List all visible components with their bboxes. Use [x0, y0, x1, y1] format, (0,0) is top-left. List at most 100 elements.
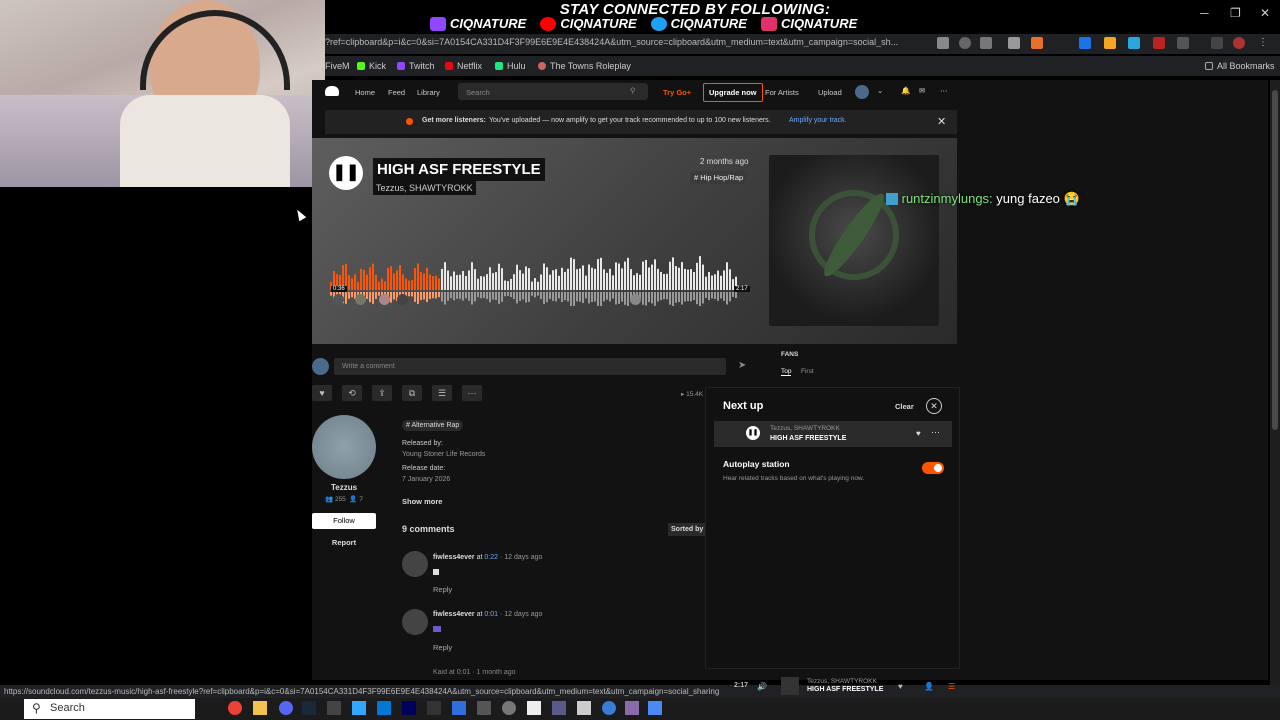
extension-icon[interactable] — [1031, 37, 1043, 49]
profile-avatar[interactable] — [1233, 37, 1245, 49]
more-button[interactable]: ⋯ — [462, 385, 482, 401]
scrollbar[interactable] — [1270, 80, 1280, 685]
user-avatar[interactable] — [855, 85, 869, 99]
minimize-button[interactable]: ─ — [1200, 6, 1209, 20]
genre-tag[interactable]: # Hip Hop/Rap — [690, 171, 748, 184]
nav-home[interactable]: Home — [355, 88, 375, 97]
reply-link[interactable]: Reply — [433, 643, 452, 652]
queue-icon[interactable]: ☰ — [948, 682, 955, 691]
extension-icon[interactable] — [1104, 37, 1116, 49]
nav-library[interactable]: Library — [417, 88, 440, 97]
clear-queue-button[interactable]: Clear — [895, 402, 914, 411]
fans-tab-top[interactable]: Top — [781, 368, 792, 376]
queue-like-icon[interactable]: ♥ — [916, 429, 921, 438]
app-icon[interactable] — [648, 701, 662, 715]
install-icon[interactable] — [937, 37, 949, 49]
artist-avatar[interactable] — [312, 415, 376, 479]
sorted-by-select[interactable]: Sorted by — [668, 523, 707, 536]
app-icon[interactable] — [327, 701, 341, 715]
bookmark-twitch[interactable]: Twitch — [397, 61, 435, 71]
photoshop-icon[interactable] — [352, 701, 366, 715]
address-bar[interactable]: ?ref=clipboard&p=i&c=0&si=7A0154CA331D4F… — [325, 34, 1280, 54]
app-icon[interactable] — [602, 701, 616, 715]
comment-input[interactable]: Write a comment — [334, 358, 726, 375]
search-input[interactable]: Search — [458, 83, 648, 100]
search-icon[interactable]: ⚲ — [630, 86, 636, 95]
bookmark-kick[interactable]: Kick — [357, 61, 386, 71]
soundcloud-logo-icon[interactable] — [325, 86, 339, 96]
extension-icon[interactable] — [1008, 37, 1020, 49]
extension-icon[interactable] — [1128, 37, 1140, 49]
all-bookmarks[interactable]: All Bookmarks — [1205, 61, 1275, 71]
more-icon[interactable]: ⋯ — [940, 86, 948, 95]
player-follow-icon[interactable]: 👤 — [924, 682, 934, 691]
reply-link[interactable]: Reply — [433, 585, 452, 594]
app-icon[interactable] — [527, 701, 541, 715]
for-artists-link[interactable]: For Artists — [765, 88, 799, 97]
app-icon[interactable] — [427, 701, 441, 715]
sidebar-icon[interactable] — [1211, 37, 1223, 49]
artist-name[interactable]: Tezzus — [312, 483, 376, 492]
app-icon[interactable] — [625, 701, 639, 715]
like-button[interactable]: ♥ — [312, 385, 332, 401]
bookmark-netflix[interactable]: Netflix — [445, 61, 482, 71]
app-icon[interactable] — [452, 701, 466, 715]
extensions-puzzle-icon[interactable] — [1177, 37, 1189, 49]
chrome-icon[interactable] — [228, 701, 242, 715]
report-link[interactable]: Report — [312, 538, 376, 547]
vscode-icon[interactable] — [377, 701, 391, 715]
waveform-reflection — [492, 292, 494, 300]
show-more-link[interactable]: Show more — [402, 497, 442, 506]
app-icon[interactable] — [502, 701, 516, 715]
app-icon[interactable] — [577, 701, 591, 715]
track-artists[interactable]: Tezzus, SHAWTYROKK — [373, 181, 476, 195]
autoplay-toggle[interactable] — [922, 462, 944, 474]
upgrade-now-button[interactable]: Upgrade now — [703, 83, 763, 102]
messages-icon[interactable]: ✉ — [919, 86, 925, 95]
bookmark-towns-roleplay[interactable]: The Towns Roleplay — [538, 61, 631, 71]
waveform-bar — [726, 262, 728, 290]
discord-icon[interactable] — [279, 701, 293, 715]
share-button[interactable]: ⇪ — [372, 385, 392, 401]
player-artwork[interactable] — [781, 677, 799, 695]
url-text[interactable]: ?ref=clipboard&p=i&c=0&si=7A0154CA331D4F… — [325, 37, 925, 47]
taskbar-search[interactable]: ⚲ Search — [24, 699, 195, 719]
close-window-button[interactable]: ✕ — [1260, 6, 1270, 20]
premiere-icon[interactable] — [402, 701, 416, 715]
queue-item[interactable]: ❚❚ Tezzus, SHAWTYROKK HIGH ASF FREESTYLE… — [714, 421, 952, 447]
add-to-queue-button[interactable]: ☰ — [432, 385, 452, 401]
fans-tab-first[interactable]: First — [801, 368, 814, 375]
extension-icon[interactable] — [1153, 37, 1165, 49]
repost-button[interactable]: ⟲ — [342, 385, 362, 401]
send-icon[interactable]: ➤ — [738, 360, 746, 371]
amplify-link[interactable]: Amplify your track. — [789, 117, 847, 124]
comment-avatar[interactable] — [402, 551, 428, 577]
close-next-up-icon[interactable]: ✕ — [926, 398, 942, 414]
bookmark-star-icon[interactable] — [980, 37, 992, 49]
queue-more-icon[interactable]: ⋯ — [931, 427, 940, 438]
file-explorer-icon[interactable] — [253, 701, 267, 715]
try-go-plus-link[interactable]: Try Go+ — [663, 88, 691, 97]
follow-button[interactable]: Follow — [312, 513, 376, 529]
bookmark-hulu[interactable]: Hulu — [495, 61, 526, 71]
chevron-down-icon[interactable]: ⌄ — [877, 86, 883, 95]
app-icon[interactable] — [552, 701, 566, 715]
alt-rap-tag[interactable]: # Alternative Rap — [402, 420, 464, 431]
comment-avatar[interactable] — [402, 609, 428, 635]
notifications-icon[interactable]: 🔔 — [901, 86, 910, 95]
nav-feed[interactable]: Feed — [388, 88, 405, 97]
menu-icon[interactable]: ⋮ — [1258, 37, 1270, 49]
bookmark-fivem[interactable]: FiveM — [325, 61, 350, 71]
restore-button[interactable]: ❐ — [1230, 6, 1241, 20]
extension-icon[interactable] — [1079, 37, 1091, 49]
player-like-icon[interactable]: ♥ — [898, 682, 903, 691]
volume-icon[interactable]: 🔊 — [757, 682, 767, 691]
steam-icon[interactable] — [302, 701, 316, 715]
zoom-icon[interactable] — [959, 37, 971, 49]
close-promo-icon[interactable]: ✕ — [937, 115, 946, 128]
app-icon[interactable] — [477, 701, 491, 715]
queue-pause-icon[interactable]: ❚❚ — [746, 426, 760, 440]
upload-link[interactable]: Upload — [818, 88, 842, 97]
pause-button[interactable]: ❚❚ — [329, 156, 363, 190]
copy-link-button[interactable]: ⧉ — [402, 385, 422, 401]
